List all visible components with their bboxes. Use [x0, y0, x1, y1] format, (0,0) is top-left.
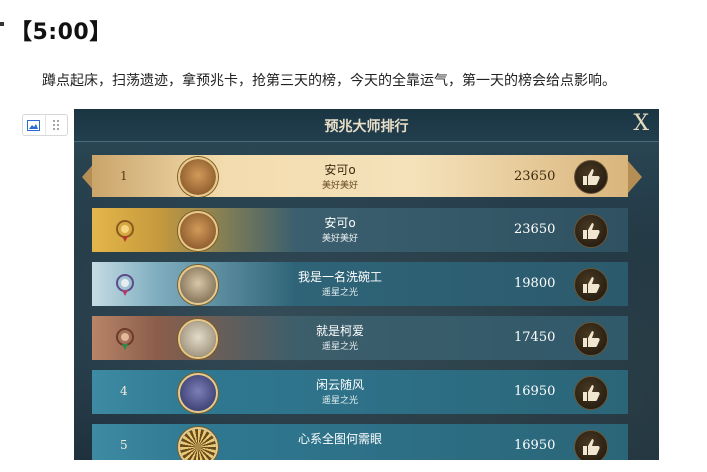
score: 23650 [514, 222, 556, 237]
rank-number: 1 [120, 169, 128, 183]
score: 19800 [514, 276, 556, 291]
bullet-marker [0, 22, 4, 26]
player-name: 心系全图何需眼 [297, 432, 382, 446]
rank-number: 5 [120, 438, 128, 452]
score: 17450 [514, 330, 556, 345]
guild-name: 美好美好 [321, 234, 358, 244]
avatar [178, 319, 218, 359]
heading-text: 【5:00】 [10, 20, 112, 45]
image-icon[interactable] [23, 115, 45, 135]
leaderboard-title: 预兆大师排行 [324, 119, 409, 135]
player-name: 就是柯爱 [315, 324, 364, 338]
bronze-medal-icon [112, 325, 138, 351]
guild-name: 遥星之光 [321, 396, 358, 406]
score: 16950 [514, 384, 556, 399]
like-thumb-icon[interactable] [574, 160, 608, 194]
player-name: 安可o [324, 216, 356, 230]
guild-name: 美好美好 [321, 181, 358, 191]
image-toolbar [22, 114, 68, 136]
like-thumb-icon[interactable] [574, 376, 608, 410]
silver-medal-icon [112, 271, 138, 297]
ribbon-right [628, 161, 642, 193]
leaderboard-row: 我是一名洗碗工 遥星之光 19800 [92, 262, 628, 306]
leaderboard-row: 4 闲云随风 遥星之光 16950 [92, 370, 628, 414]
my-rank-row: 1 安可o 美好美好 23650 [92, 155, 628, 197]
avatar [178, 427, 218, 460]
leaderboard-row: 5 心系全图何需眼 16950 [92, 424, 628, 460]
game-screenshot: 预兆大师排行 X 1 安可o 美好美好 23650 安可o 美好美好 23650… [74, 109, 659, 460]
like-thumb-icon[interactable] [574, 322, 608, 356]
like-thumb-icon[interactable] [574, 214, 608, 248]
close-button[interactable]: X [633, 111, 649, 137]
guild-name: 遥星之光 [321, 342, 358, 352]
avatar [178, 373, 218, 413]
like-thumb-icon[interactable] [574, 268, 608, 302]
rank-number: 4 [120, 384, 128, 398]
like-thumb-icon[interactable] [574, 430, 608, 460]
article-paragraph: 蹲点起床，扫荡遗迹，拿预兆卡，抢第三天的榜，今天的全靠运气，第一天的榜会给点影响… [42, 73, 616, 89]
leaderboard-row: 就是柯爱 遥星之光 17450 [92, 316, 628, 360]
section-heading: 【5:00】 [0, 14, 112, 46]
score: 23650 [514, 169, 556, 184]
avatar [178, 265, 218, 305]
leaderboard-row: 安可o 美好美好 23650 [92, 208, 628, 252]
player-name: 安可o [324, 163, 356, 177]
score: 16950 [514, 438, 556, 453]
gold-medal-icon [112, 217, 138, 243]
avatar [178, 157, 218, 197]
guild-name: 遥星之光 [321, 288, 358, 298]
player-name: 闲云随风 [315, 378, 364, 392]
drag-handle-icon[interactable] [44, 115, 68, 135]
player-name: 我是一名洗碗工 [297, 270, 382, 284]
avatar [178, 211, 218, 251]
leaderboard-titlebar: 预兆大师排行 X [74, 109, 659, 142]
